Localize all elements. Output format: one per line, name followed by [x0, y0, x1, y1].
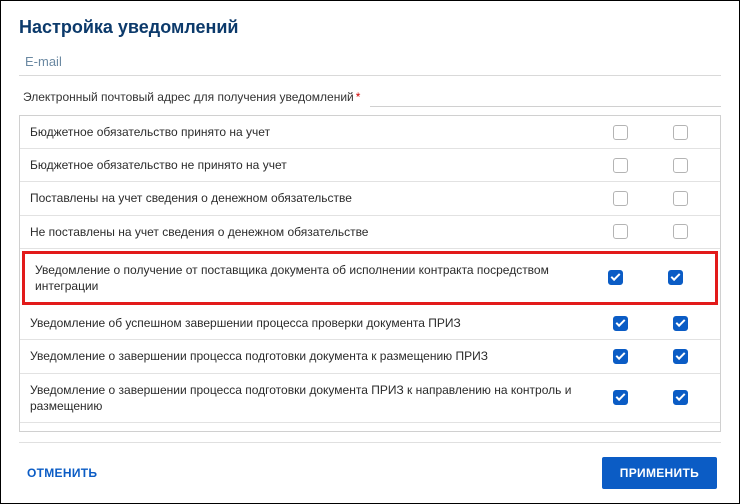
checkbox[interactable]: [608, 270, 623, 285]
notification-settings-dialog: Настройка уведомлений E-mail Электронный…: [1, 1, 739, 503]
row-label: Уведомление о технической ошибке при раб…: [30, 431, 590, 432]
checkbox[interactable]: [673, 125, 688, 140]
checkbox-column: [650, 125, 710, 140]
apply-button[interactable]: ПРИМЕНИТЬ: [602, 457, 717, 489]
checkbox[interactable]: [613, 349, 628, 364]
checkbox-column: [650, 224, 710, 239]
checkbox-column: [590, 125, 650, 140]
checkbox[interactable]: [613, 224, 628, 239]
checkbox[interactable]: [673, 431, 688, 432]
checkbox-column: [650, 191, 710, 206]
row-label: Бюджетное обязательство не принято на уч…: [30, 157, 590, 173]
row-label: Уведомление о получение от поставщика до…: [35, 262, 585, 294]
table-row: Уведомление об успешном завершении проце…: [20, 307, 720, 340]
table-row: Бюджетное обязательство не принято на уч…: [20, 149, 720, 182]
notification-table[interactable]: Бюджетное обязательство принято на учет Б…: [19, 115, 721, 432]
checkbox-column: [590, 390, 650, 405]
row-label: Не поставлены на учет сведения о денежно…: [30, 224, 590, 240]
email-input[interactable]: [370, 86, 721, 107]
required-marker: *: [356, 90, 361, 104]
checkbox-column: [650, 158, 710, 173]
checkbox-column: [590, 349, 650, 364]
dialog-title: Настройка уведомлений: [19, 17, 721, 38]
table-row: Поставлены на учет сведения о денежном о…: [20, 182, 720, 215]
checkbox[interactable]: [613, 390, 628, 405]
table-row: Уведомление о завершении процесса подгот…: [20, 340, 720, 373]
checkbox[interactable]: [673, 191, 688, 206]
checkbox-column: [590, 191, 650, 206]
checkbox-column: [650, 349, 710, 364]
cancel-button[interactable]: ОТМЕНИТЬ: [23, 460, 101, 486]
checkbox[interactable]: [673, 349, 688, 364]
checkbox[interactable]: [673, 224, 688, 239]
checkbox[interactable]: [673, 316, 688, 331]
checkbox-column: [585, 270, 645, 285]
checkbox[interactable]: [668, 270, 683, 285]
checkbox[interactable]: [673, 390, 688, 405]
row-label: Уведомление об успешном завершении проце…: [30, 315, 590, 331]
checkbox-column: [590, 158, 650, 173]
checkbox-column: [650, 431, 710, 432]
tab-email[interactable]: E-mail: [19, 48, 721, 76]
checkbox-column: [590, 224, 650, 239]
checkbox-column: [590, 431, 650, 432]
checkbox[interactable]: [613, 316, 628, 331]
checkbox[interactable]: [613, 191, 628, 206]
checkbox-column: [590, 316, 650, 331]
checkbox-column: [650, 316, 710, 331]
checkbox[interactable]: [613, 125, 628, 140]
checkbox-column: [650, 390, 710, 405]
checkbox[interactable]: [673, 158, 688, 173]
checkbox[interactable]: [613, 431, 628, 432]
row-label: Поставлены на учет сведения о денежном о…: [30, 190, 590, 206]
checkbox[interactable]: [613, 158, 628, 173]
table-row: Уведомление о получение от поставщика до…: [22, 251, 718, 305]
row-label: Бюджетное обязательство принято на учет: [30, 124, 590, 140]
table-row: Бюджетное обязательство принято на учет: [20, 116, 720, 149]
checkbox-column: [645, 270, 705, 285]
table-row: Не поставлены на учет сведения о денежно…: [20, 216, 720, 249]
table-row: Уведомление о технической ошибке при раб…: [20, 423, 720, 432]
dialog-footer: ОТМЕНИТЬ ПРИМЕНИТЬ: [19, 442, 721, 503]
table-row: Уведомление о завершении процесса подгот…: [20, 374, 720, 423]
row-label: Уведомление о завершении процесса подгот…: [30, 348, 590, 364]
email-field-row: Электронный почтовый адрес для получения…: [19, 86, 721, 107]
row-label: Уведомление о завершении процесса подгот…: [30, 382, 590, 414]
email-label: Электронный почтовый адрес для получения…: [23, 90, 354, 104]
